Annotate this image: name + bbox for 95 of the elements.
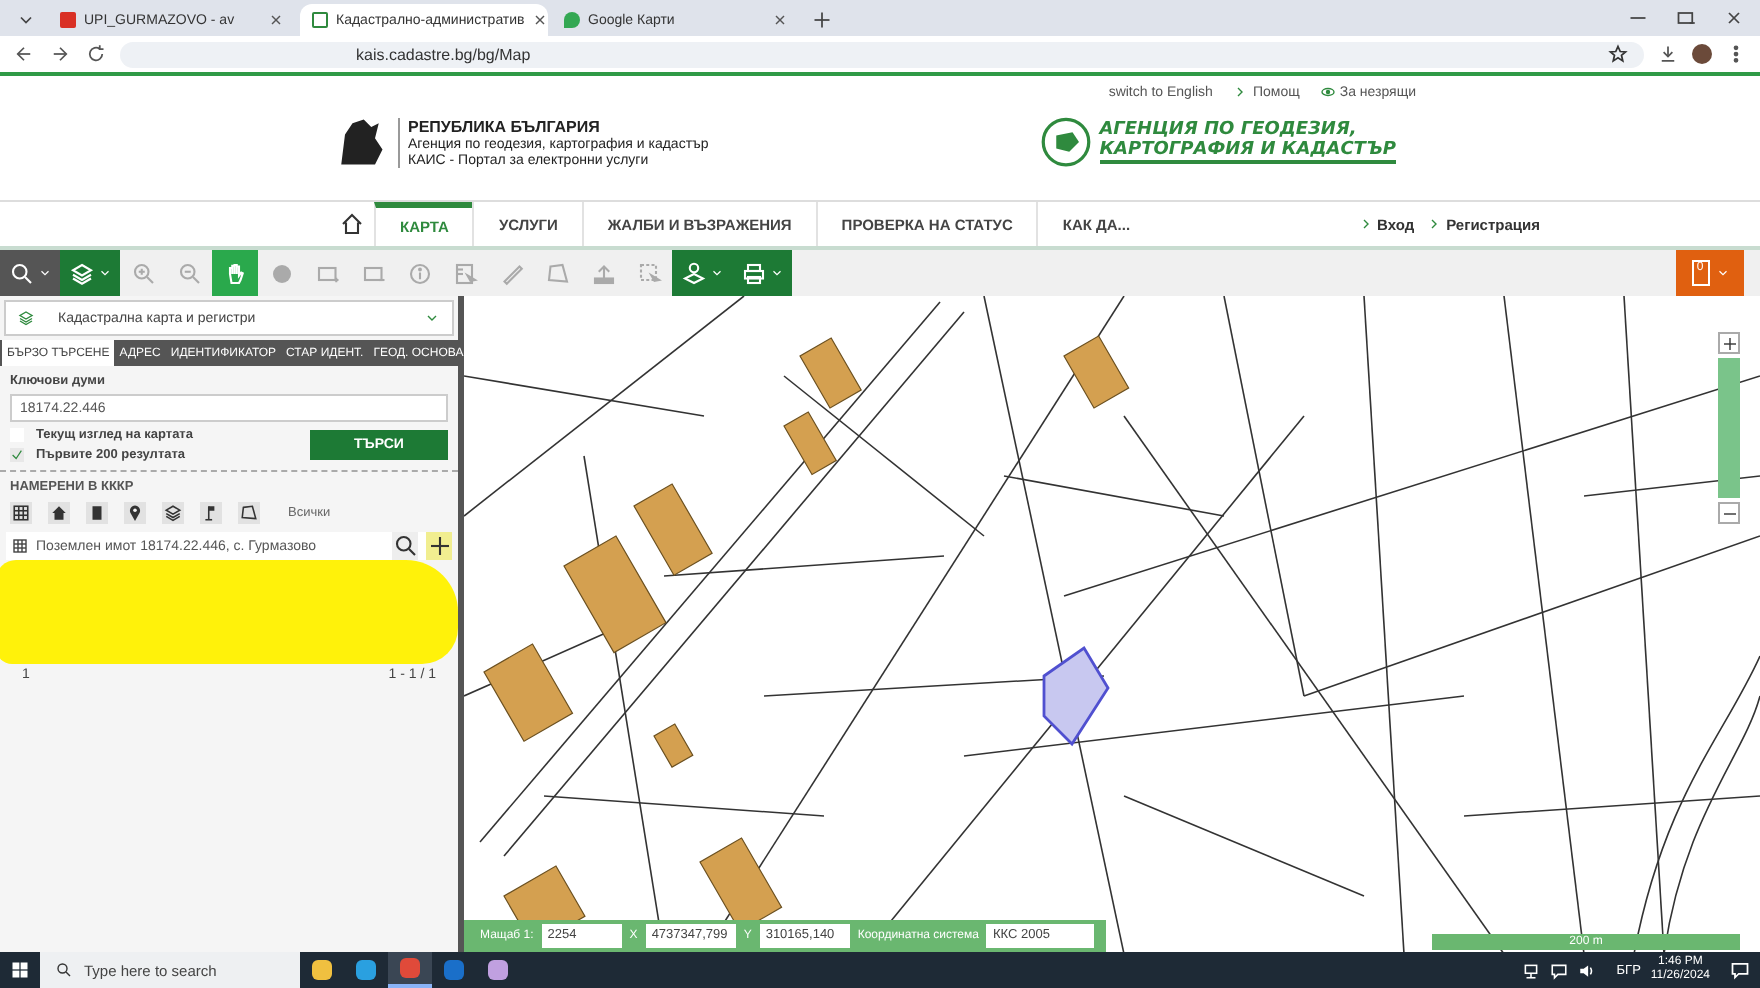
grid-icon: [12, 538, 28, 554]
profile-avatar[interactable]: [1692, 44, 1712, 64]
mail-favicon-icon: [60, 12, 76, 28]
flag-icon: [202, 504, 220, 522]
agency-name: АГЕНЦИЯ ПО ГЕОДЕЗИЯ,: [1099, 120, 1359, 140]
layers-icon: [69, 261, 93, 285]
search-icon: [9, 261, 33, 285]
zoom-in-icon: [131, 261, 155, 285]
filter-toggle[interactable]: [124, 502, 146, 524]
upload-icon: [591, 261, 615, 285]
maximize-icon: [1676, 8, 1696, 28]
network-icon: [1522, 961, 1541, 979]
print-tool-button[interactable]: [732, 250, 792, 296]
layers-tool-button[interactable]: [60, 250, 120, 296]
info-icon: [407, 261, 431, 285]
close-icon: [267, 12, 283, 28]
country-title: РЕПУБЛИКА БЪЛГАРИЯ: [408, 117, 602, 135]
search-icon: [56, 962, 72, 978]
hand-icon: [223, 261, 247, 285]
windows-icon: [10, 960, 30, 980]
mail-app-icon: [444, 960, 464, 980]
home-icon: [340, 212, 364, 236]
hand-tool-button[interactable]: [212, 250, 258, 296]
printer-icon: [741, 261, 765, 285]
close-icon: [1724, 8, 1744, 28]
search-tool-button[interactable]: [0, 250, 60, 296]
layers-icon: [18, 310, 34, 326]
download-icon: [1658, 44, 1678, 64]
checkbox[interactable]: [10, 448, 24, 462]
plus-icon: [812, 10, 832, 30]
pin-favicon-icon: [564, 12, 580, 28]
building-icon: [88, 504, 106, 522]
add-button[interactable]: [426, 532, 452, 560]
close-icon: [532, 12, 549, 28]
caret-icon: [1715, 266, 1729, 280]
globe-logo-icon: [1039, 116, 1092, 168]
caret-icon: [97, 266, 111, 280]
filter-toggle[interactable]: [162, 502, 184, 524]
close-tab-button[interactable]: [532, 11, 549, 29]
back-button[interactable]: [12, 42, 36, 66]
layers-icon: [164, 504, 182, 522]
forward-button[interactable]: [48, 42, 72, 66]
zoom-slider-track[interactable]: [1718, 358, 1740, 498]
wave-app-icon: [356, 960, 376, 980]
rectangle-minus-icon: [361, 261, 385, 285]
back-icon: [14, 44, 34, 64]
caret-icon: [769, 266, 783, 280]
selection-icon: [637, 261, 661, 285]
polygon-icon: [240, 504, 258, 522]
reload-icon: [86, 44, 106, 64]
filter-toggle[interactable]: [48, 502, 70, 524]
caret-icon: [424, 310, 440, 326]
close-tab-button[interactable]: [266, 11, 284, 29]
zoom-in-button[interactable]: [1718, 332, 1740, 354]
checkmark-icon: [10, 448, 24, 462]
layer-info-tool-button[interactable]: [672, 250, 732, 296]
grid-icon: [12, 504, 30, 522]
cadastral-map-drawing[interactable]: [464, 296, 1760, 952]
close-tab-button[interactable]: [770, 11, 788, 29]
plus-icon: [1721, 335, 1737, 351]
reload-button[interactable]: [84, 42, 108, 66]
ruler-square-icon: [453, 261, 477, 285]
chat-icon: [1550, 961, 1569, 979]
filter-toggle[interactable]: [10, 502, 32, 524]
forward-icon: [50, 44, 70, 64]
close-icon: [771, 12, 787, 28]
download-button[interactable]: [1656, 42, 1680, 66]
filter-toggle[interactable]: [86, 502, 108, 524]
ruler-icon: [499, 261, 523, 285]
zoom-out-button[interactable]: [1718, 502, 1740, 524]
url-field[interactable]: kais.cadastre.bg/bg/Map: [120, 41, 1644, 67]
zoom-to-button[interactable]: [392, 532, 418, 560]
rectangle-plus-icon: [315, 261, 339, 285]
round-app-icon: [400, 958, 420, 978]
filter-toggle[interactable]: [200, 502, 222, 524]
search-icon: [393, 534, 417, 558]
zoom-out-icon: [177, 261, 201, 285]
url-text: kais.cadastre.bg/bg/Map: [354, 45, 533, 63]
speaker-icon: [1578, 961, 1597, 979]
agency-name: КАРТОГРАФИЯ И КАДАСТЪР: [1099, 140, 1396, 160]
pin-icon: [126, 504, 144, 522]
caret-icon: [37, 266, 51, 280]
polygon-icon: [545, 261, 569, 285]
layer-info-icon: [681, 261, 705, 285]
notification-icon: [1730, 960, 1750, 980]
caret-icon: [709, 266, 723, 280]
site-favicon-icon: [312, 12, 328, 28]
eye-icon: [1319, 84, 1336, 100]
taskbar-app-button[interactable]: [388, 952, 432, 988]
plus-icon: [427, 534, 451, 558]
folder-icon: [312, 960, 332, 980]
star-icon: [1608, 44, 1628, 64]
house-icon: [50, 504, 68, 522]
filter-toggle[interactable]: [238, 502, 260, 524]
palette-icon: [488, 960, 508, 980]
